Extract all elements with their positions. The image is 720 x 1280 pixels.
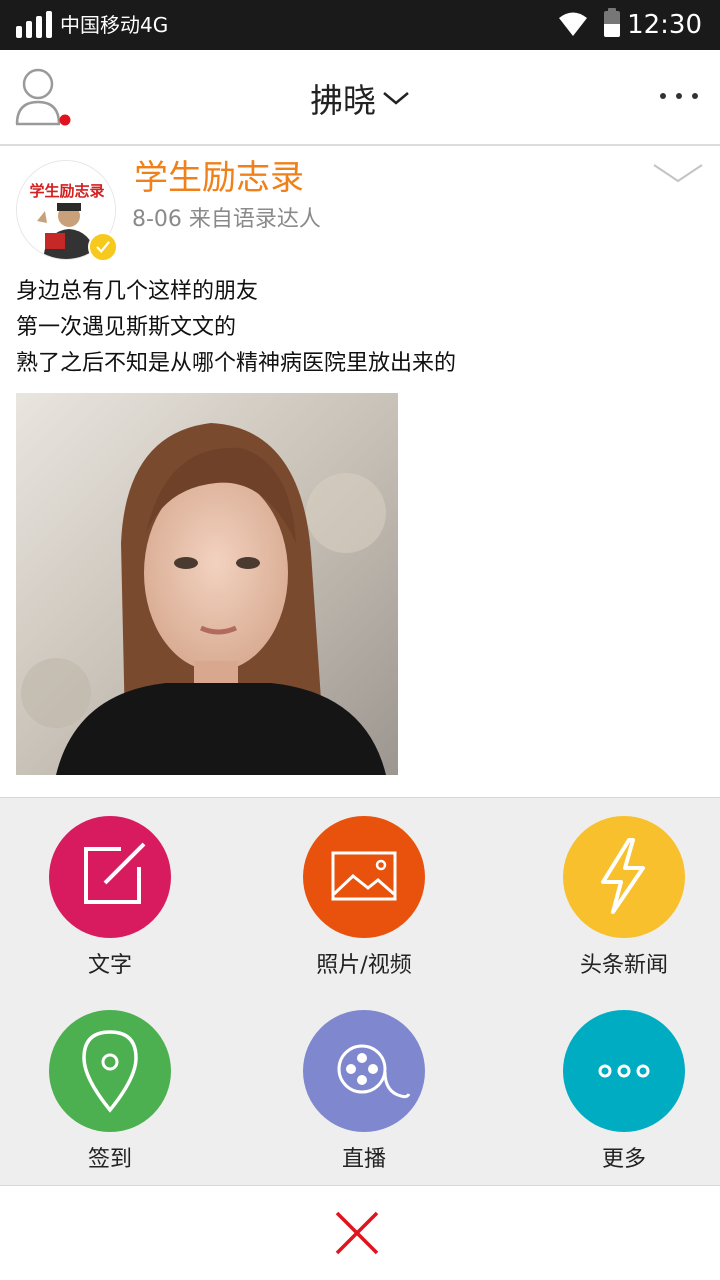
verified-badge-icon [88,232,118,262]
post-options-chevron-icon[interactable] [652,162,704,184]
post-text-line: 第一次遇见斯斯文文的 [16,315,237,340]
image-icon [331,851,397,901]
post-author-name[interactable]: 学生励志录 [134,156,304,200]
chevron-down-icon[interactable] [382,90,410,106]
film-reel-icon [337,1044,411,1099]
more-icon [598,1064,650,1078]
live-option-button[interactable] [303,1010,425,1132]
text-option-button[interactable] [49,816,171,938]
headline-option-button[interactable] [563,816,685,938]
more-option-button[interactable] [563,1010,685,1132]
post-text: 身边总有几个这样的朋友 第一次遇见斯斯文文的 熟了之后不知是从哪个精神病医院里放… [16,274,706,382]
checkin-option-button[interactable] [49,1010,171,1132]
battery-icon [604,8,620,37]
more-icon[interactable] [658,90,700,102]
share-option-photo-video[interactable]: 照片/视频 [274,816,454,996]
signal-icon [16,11,52,38]
share-panel: 文字 照片/视频 头条新闻 签到 直播 更多 [0,797,720,1185]
share-option-text[interactable]: 文字 [20,816,200,996]
lightning-icon [601,838,645,914]
share-option-more[interactable]: 更多 [534,1010,714,1190]
clock: 12:30 [627,10,702,40]
top-bar: 拂晓 [0,50,720,146]
photo-video-option-button[interactable] [303,816,425,938]
share-option-label: 文字 [87,953,132,978]
post-meta: 8-06 来自语录达人 [132,207,321,232]
share-option-label: 更多 [601,1147,646,1172]
post-text-line: 熟了之后不知是从哪个精神病医院里放出来的 [16,351,457,376]
share-option-label: 照片/视频 [316,953,412,978]
post-text-line: 身边总有几个这样的朋友 [16,279,259,304]
edit-icon [84,842,146,904]
post-photo[interactable] [16,393,398,775]
share-option-headline[interactable]: 头条新闻 [534,816,714,996]
page-title[interactable]: 拂晓 [310,74,376,122]
close-icon[interactable] [334,1210,380,1256]
location-pin-icon [82,1030,138,1113]
status-bar: 中国移动4G 12:30 [0,0,720,50]
carrier-name: 中国移动4G [60,13,169,37]
share-option-live[interactable]: 直播 [274,1010,454,1190]
share-option-checkin[interactable]: 签到 [20,1010,200,1190]
wifi-icon [559,12,587,36]
bottom-bar [0,1185,720,1280]
share-option-label: 头条新闻 [579,953,668,978]
share-option-label: 直播 [341,1147,386,1172]
avatar-logo-text: 学生励志录 [29,182,104,200]
share-option-label: 签到 [87,1147,132,1172]
